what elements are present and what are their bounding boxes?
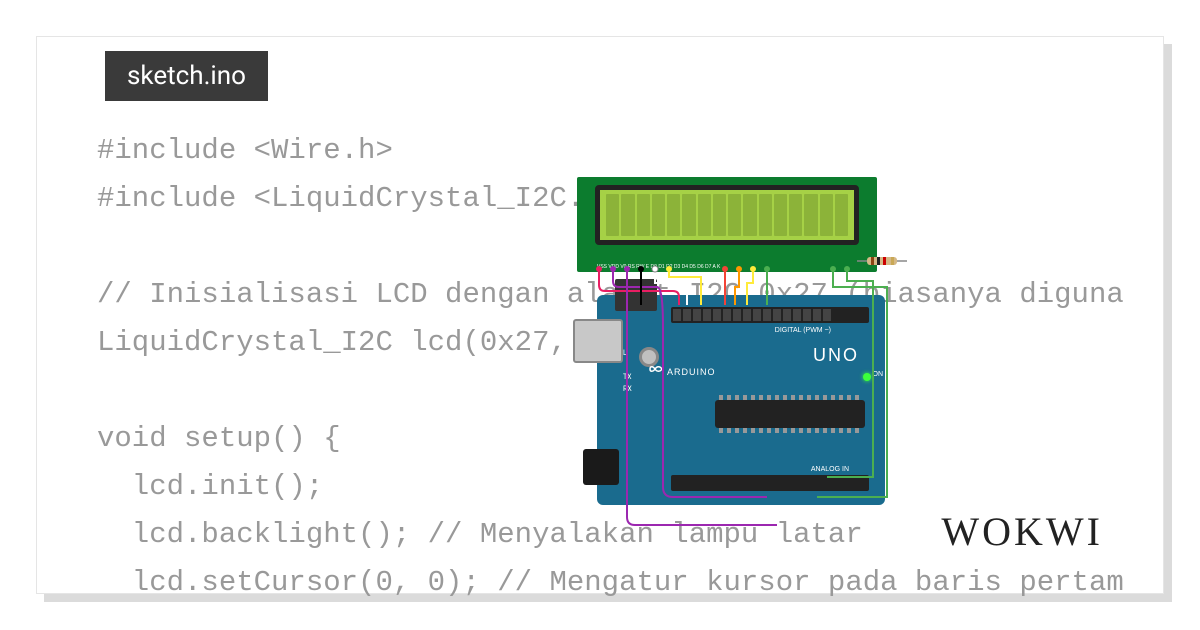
code-line: #include <Wire.h> xyxy=(97,134,393,167)
lcd-screen xyxy=(595,185,859,245)
l-label: L xyxy=(623,349,627,357)
atmega-chip-icon xyxy=(715,400,865,428)
circuit-diagram[interactable]: VSS VDD V0 RS RW E D0 D1 D2 D3 D4 D5 D6 … xyxy=(517,177,897,537)
digital-label: DIGITAL (PWM ~) xyxy=(775,327,831,334)
arduino-uno-board[interactable]: UNO ARDUINO ON DIGITAL (PWM ~) ANALOG IN… xyxy=(597,295,885,505)
card: sketch.ino #include <Wire.h> #include <L… xyxy=(36,36,1164,594)
resistor-icon xyxy=(857,255,907,267)
power-jack-icon xyxy=(583,449,619,485)
file-tab[interactable]: sketch.ino xyxy=(105,51,268,101)
txrx-labels: TX RX xyxy=(623,371,632,395)
lcd-pin-labels: VSS VDD V0 RS RW E D0 D1 D2 D3 D4 D5 D6 … xyxy=(597,264,857,270)
lcd-component[interactable]: VSS VDD V0 RS RW E D0 D1 D2 D3 D4 D5 D6 … xyxy=(577,177,877,272)
analog-label: ANALOG IN xyxy=(811,466,849,473)
icsp-header-icon xyxy=(615,279,657,311)
board-model-label: UNO xyxy=(813,345,859,366)
power-led-icon xyxy=(863,373,871,381)
on-label: ON xyxy=(873,371,884,378)
arduino-logo-icon xyxy=(645,363,667,375)
board-brand-label: ARDUINO xyxy=(667,367,716,377)
digital-header xyxy=(671,307,869,323)
code-line: lcd.init(); xyxy=(97,470,323,503)
wokwi-logo: WOKWI xyxy=(941,508,1103,555)
code-line: lcd.setCursor(0, 0); // Mengatur kursor … xyxy=(97,566,1123,599)
code-line: void setup() { xyxy=(97,422,341,455)
file-tab-label: sketch.ino xyxy=(127,61,246,91)
analog-header xyxy=(671,475,869,491)
usb-port-icon xyxy=(573,319,623,363)
